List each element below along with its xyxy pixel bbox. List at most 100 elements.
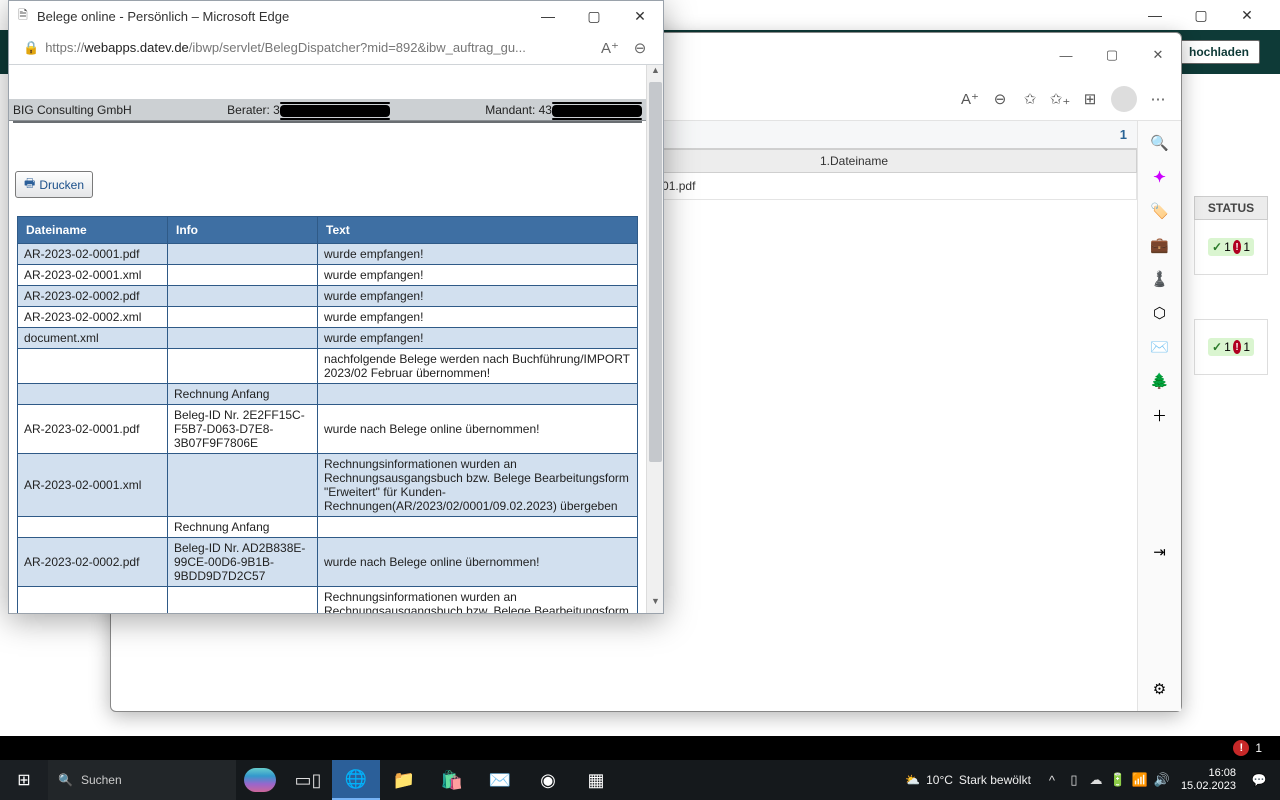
collections-icon[interactable]: ⊞ bbox=[1075, 90, 1105, 108]
zoom-icon[interactable]: ⊖ bbox=[625, 39, 655, 57]
check-icon: ✓ bbox=[1212, 340, 1222, 354]
app-taskbar-icon[interactable]: ▦ bbox=[572, 760, 620, 800]
popup-window: 🗎 Belege online - Persönlich – Microsoft… bbox=[8, 0, 664, 614]
explorer-taskbar-icon[interactable]: 📁 bbox=[380, 760, 428, 800]
bg-maximize-button[interactable]: ▢ bbox=[1178, 7, 1224, 24]
more-icon[interactable]: ⋯ bbox=[1143, 90, 1173, 108]
cortana-icon bbox=[244, 768, 276, 792]
profile-avatar[interactable] bbox=[1111, 86, 1137, 112]
table-row: Rechnung Anfang bbox=[18, 384, 638, 405]
store-taskbar-icon[interactable]: 🛍️ bbox=[428, 760, 476, 800]
notification-strip: ! 1 bbox=[0, 736, 1280, 760]
upload-button[interactable]: hochladen bbox=[1178, 40, 1260, 64]
task-view-button[interactable]: ▭▯ bbox=[284, 760, 332, 800]
system-tray: ⛅ 10°C Stark bewölkt ^ ▯ ☁ 🔋 📶 🔊 16:08 1… bbox=[905, 760, 1280, 800]
office-icon[interactable]: ⬡ bbox=[1146, 299, 1174, 327]
add-favorite-icon[interactable]: ✩₊ bbox=[1045, 90, 1075, 108]
status-chip: ✓1 !1 bbox=[1208, 338, 1254, 356]
popup-address-bar: 🔒 https://webapps.datev.de/ibwp/servlet/… bbox=[9, 31, 663, 65]
read-aloud-icon[interactable]: A⁺ bbox=[595, 39, 625, 57]
onedrive-icon[interactable]: ☁ bbox=[1085, 772, 1107, 788]
zoom-out-icon[interactable]: ⊖ bbox=[985, 90, 1015, 108]
company-name: BIG Consulting GmbH bbox=[13, 103, 132, 117]
chrome-taskbar-icon[interactable]: ◉ bbox=[524, 760, 572, 800]
lock-icon[interactable]: 🔒 bbox=[17, 40, 45, 56]
print-icon: 🖶 bbox=[24, 174, 35, 195]
table-row: AR-2023-02-0002.xmlRechnungsinformatione… bbox=[18, 587, 638, 614]
popup-minimize-button[interactable]: — bbox=[525, 1, 571, 31]
search-icon: 🔍 bbox=[58, 773, 73, 787]
error-icon: ! bbox=[1233, 240, 1242, 254]
page-number[interactable]: 1 bbox=[1120, 127, 1127, 142]
hide-sidebar-icon[interactable]: ⇥ bbox=[1146, 538, 1174, 566]
status-panel: STATUS ✓1 !1 ✓1 !1 bbox=[1194, 196, 1268, 375]
table-row: AR-2023-02-0001.pdfwurde empfangen! bbox=[18, 244, 638, 265]
table-row: AR-2023-02-0001.xmlRechnungsinformatione… bbox=[18, 454, 638, 517]
table-row: AR-2023-02-0001.xmlwurde empfangen! bbox=[18, 265, 638, 286]
date: 15.02.2023 bbox=[1181, 780, 1236, 793]
action-center-icon[interactable]: 💬 bbox=[1244, 773, 1274, 787]
table-row: nachfolgende Belege werden nach Buchführ… bbox=[18, 349, 638, 384]
scroll-up-icon[interactable]: ▲ bbox=[647, 65, 663, 82]
weather-icon: ⛅ bbox=[905, 773, 920, 787]
discover-icon[interactable]: ✦ bbox=[1146, 163, 1174, 191]
error-icon: ! bbox=[1233, 340, 1242, 354]
mail-taskbar-icon[interactable]: ✉️ bbox=[476, 760, 524, 800]
popup-titlebar[interactable]: 🗎 Belege online - Persönlich – Microsoft… bbox=[9, 1, 663, 31]
time: 16:08 bbox=[1181, 767, 1236, 780]
clock[interactable]: 16:08 15.02.2023 bbox=[1173, 767, 1244, 793]
edge-sidebar: 🔍 ✦ 🏷️ 💼 ♟️ ⬡ ✉️ 🌲 ＋ ⇥ ⚙ bbox=[1137, 121, 1181, 711]
popup-maximize-button[interactable]: ▢ bbox=[571, 1, 617, 31]
games-icon[interactable]: ♟️ bbox=[1146, 265, 1174, 293]
redacted bbox=[280, 105, 390, 117]
popup-url[interactable]: https://webapps.datev.de/ibwp/servlet/Be… bbox=[45, 40, 595, 55]
drop-icon[interactable]: 🌲 bbox=[1146, 367, 1174, 395]
table-row: AR-2023-02-0001.pdfBeleg-ID Nr. 2E2FF15C… bbox=[18, 405, 638, 454]
mandant-label: Mandant: 43 bbox=[485, 103, 642, 117]
taskbar: ⊞ 🔍 Suchen ▭▯ 🌐 📁 🛍️ ✉️ ◉ ▦ ⛅ 10°C Stark … bbox=[0, 760, 1280, 800]
col-text: Text bbox=[318, 217, 638, 244]
notification-count: 1 bbox=[1255, 741, 1262, 755]
outlook-icon[interactable]: ✉️ bbox=[1146, 333, 1174, 361]
taskbar-search[interactable]: 🔍 Suchen bbox=[48, 760, 236, 800]
status-header: STATUS bbox=[1194, 196, 1268, 220]
table-row: Rechnung Anfang bbox=[18, 517, 638, 538]
print-button[interactable]: 🖶Drucken bbox=[15, 171, 93, 198]
favorite-icon[interactable]: ✩ bbox=[1015, 90, 1045, 108]
cortana-button[interactable] bbox=[236, 768, 284, 792]
col-info: Info bbox=[168, 217, 318, 244]
report-table: Dateiname Info Text AR-2023-02-0001.pdfw… bbox=[17, 216, 638, 613]
page-icon: 🗎 bbox=[9, 6, 37, 27]
start-button[interactable]: ⊞ bbox=[0, 760, 48, 800]
col-dateiname: Dateiname bbox=[18, 217, 168, 244]
table-row: AR-2023-02-0002.pdfwurde empfangen! bbox=[18, 286, 638, 307]
popup-close-button[interactable]: ✕ bbox=[617, 1, 663, 31]
warning-icon[interactable]: ! bbox=[1233, 740, 1249, 756]
battery-icon[interactable]: 🔋 bbox=[1107, 772, 1129, 788]
tools-icon[interactable]: 💼 bbox=[1146, 231, 1174, 259]
search-icon[interactable]: 🔍 bbox=[1146, 129, 1174, 157]
volume-icon[interactable]: 🔊 bbox=[1151, 772, 1173, 788]
shopping-icon[interactable]: 🏷️ bbox=[1146, 197, 1174, 225]
weather-temp: 10°C bbox=[926, 773, 953, 787]
scroll-down-icon[interactable]: ▼ bbox=[647, 596, 663, 613]
read-aloud-icon[interactable]: A⁺ bbox=[955, 90, 985, 108]
table-row: AR-2023-02-0002.xmlwurde empfangen! bbox=[18, 307, 638, 328]
search-placeholder: Suchen bbox=[81, 773, 122, 787]
edge-taskbar-icon[interactable]: 🌐 bbox=[332, 760, 380, 800]
weather-widget[interactable]: ⛅ 10°C Stark bewölkt bbox=[905, 773, 1031, 787]
bg-close-button[interactable]: ✕ bbox=[1224, 7, 1270, 24]
weather-text: Stark bewölkt bbox=[959, 773, 1031, 787]
settings-icon[interactable]: ⚙ bbox=[1146, 675, 1174, 703]
secondary-close-button[interactable]: ✕ bbox=[1135, 47, 1181, 63]
secondary-minimize-button[interactable]: — bbox=[1043, 48, 1089, 63]
table-row: document.xmlwurde empfangen! bbox=[18, 328, 638, 349]
secondary-maximize-button[interactable]: ▢ bbox=[1089, 47, 1135, 63]
scrollbar[interactable]: ▲ ▼ bbox=[646, 65, 663, 613]
tray-overflow-icon[interactable]: ^ bbox=[1041, 773, 1063, 788]
bg-minimize-button[interactable]: — bbox=[1132, 7, 1178, 23]
wifi-icon[interactable]: 📶 bbox=[1129, 772, 1151, 788]
add-icon[interactable]: ＋ bbox=[1146, 401, 1174, 429]
scroll-thumb[interactable] bbox=[649, 82, 662, 462]
tray-app-icon[interactable]: ▯ bbox=[1063, 772, 1085, 788]
